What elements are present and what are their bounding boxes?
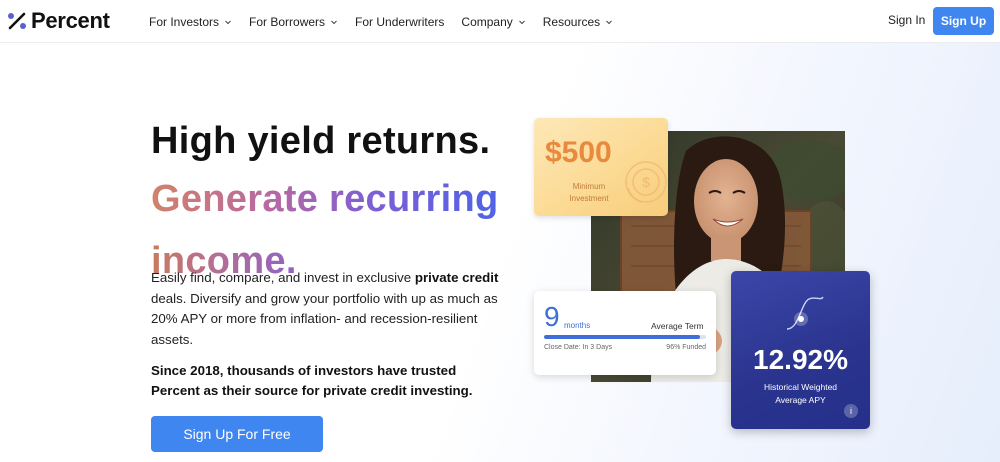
funding-progress-bar [544,335,706,339]
nav-item-label: For Borrowers [249,14,326,29]
nav-item-label: For Investors [149,14,220,29]
nav-item-label: Resources [542,14,601,29]
percent-logo[interactable]: Percent [6,8,110,34]
chevron-down-icon [606,20,612,24]
dollar-coin-icon: $ [625,161,667,203]
nav-item-for-investors[interactable]: For Investors [149,15,232,29]
apy-value: 12.92% [753,344,848,375]
svg-text:$: $ [642,174,650,190]
term-title: Average Term [651,321,704,331]
funded-percent: 96% Funded [666,344,706,351]
close-date: Close Date: In 3 Days [544,344,613,351]
term-number: 9 [544,301,560,332]
nav-item-label: Company [461,14,513,29]
chevron-down-icon [518,20,525,24]
minimum-label: Minimum Investment [569,182,609,203]
term-unit: months [564,321,591,330]
hero-description: Easily find, compare, and invest in excl… [151,268,511,350]
hero-description-prefix: Easily find, compare, and invest in excl… [151,270,415,285]
hero-subheadline-line1: Generate recurring [151,178,499,220]
hero-headline: High yield returns. [151,120,491,162]
sign-up-button[interactable]: Sign Up [933,7,994,35]
nav-item-for-borrowers[interactable]: For Borrowers [249,15,338,29]
hero-description-bold: private credit [414,270,499,285]
nav-item-for-underwriters[interactable]: For Underwriters [355,15,444,29]
chevron-down-icon [225,20,231,24]
nav-item-company[interactable]: Company [461,15,525,29]
nav-item-label: For Underwriters [355,14,445,29]
nav-menu: For Investors For Borrowers For Underwri… [149,0,630,43]
sign-in-link[interactable]: Sign In [888,13,925,27]
nav-item-resources[interactable]: Resources [543,15,613,29]
minimum-investment-card: $500 Minimum Investment $ [534,118,668,216]
chevron-down-icon [331,20,337,24]
apy-label-line1: Historical Weighted [763,382,838,392]
sign-up-for-free-button[interactable]: Sign Up For Free [151,416,323,452]
apy-card: 12.92% Historical Weighted Average APY i [731,271,870,429]
percent-logo-icon [8,12,26,30]
trust-statement: Since 2018, thousands of investors have … [151,363,473,398]
logo-text: Percent [31,8,110,33]
sparkle-swirl-icon [786,296,824,330]
hero-description-suffix: deals. Diversify and grow your portfolio… [151,290,498,347]
minimum-amount: $500 [545,136,612,169]
top-navigation: Percent For Investors For Borrowers For … [0,0,1000,43]
funding-progress-fill [544,335,700,339]
apy-label-line2: Average APY [775,395,826,405]
average-term-card: 9 months Average Term Close Date: In 3 D… [534,291,716,375]
info-icon[interactable]: i [844,404,858,418]
